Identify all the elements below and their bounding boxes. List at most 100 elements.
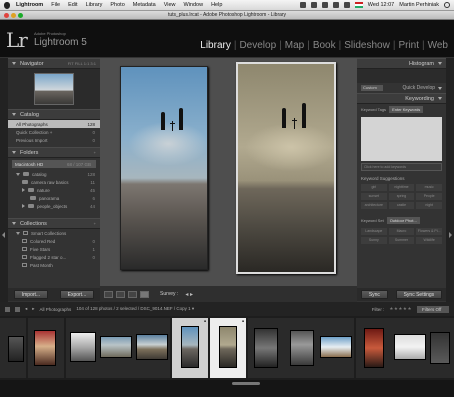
- module-develop[interactable]: Develop: [237, 40, 278, 51]
- module-slideshow[interactable]: Slideshow: [342, 40, 392, 51]
- apple-icon[interactable]: [4, 1, 10, 9]
- filmstrip-thumbnail-selected[interactable]: ■: [172, 318, 208, 378]
- folders-header[interactable]: Folders +: [8, 147, 100, 158]
- keyword-set-item[interactable]: Sunny: [361, 237, 387, 244]
- filmstrip-thumbnail[interactable]: [428, 318, 454, 378]
- keyword-set-item[interactable]: Flowers & Pl...: [416, 228, 442, 235]
- keyword-set-select[interactable]: Outdoor Phot...: [386, 217, 420, 224]
- filmstrip-back-icon[interactable]: ◂: [25, 306, 27, 312]
- filmstrip-thumbnail[interactable]: [0, 318, 26, 378]
- add-folder-icon[interactable]: +: [94, 150, 96, 155]
- menu-edit[interactable]: Edit: [68, 2, 77, 8]
- folder-item-people-objects[interactable]: people_objects 44: [8, 202, 100, 210]
- catalog-item-previous-import[interactable]: Previous Import 0: [8, 136, 100, 144]
- catalog-item-all-photographs[interactable]: All Photographs 128: [8, 120, 100, 128]
- keyword-suggestion[interactable]: architecture: [361, 202, 387, 209]
- catalog-item-quick-collection[interactable]: Quick Collection + 0: [8, 128, 100, 136]
- filmstrip-forward-icon[interactable]: ▸: [32, 306, 34, 312]
- filmstrip-thumbnail-active[interactable]: ■: [210, 318, 246, 378]
- menubar-clock[interactable]: Wed 12:07: [368, 2, 395, 8]
- survey-nav-arrows[interactable]: ◂ ▸: [185, 291, 193, 298]
- wifi-icon[interactable]: [332, 2, 339, 8]
- filmstrip-thumbnail[interactable]: [284, 318, 320, 378]
- filmstrip-scrollbar[interactable]: [0, 380, 454, 388]
- left-panel-edge[interactable]: [0, 58, 8, 302]
- keyword-set-item[interactable]: Wildlife: [416, 237, 442, 244]
- collection-expand-icon[interactable]: [16, 231, 20, 235]
- close-window-button[interactable]: [4, 13, 9, 18]
- folder-item-camera-raw-basics[interactable]: camera raw basics 11: [8, 178, 100, 186]
- collapse-right-panel-icon[interactable]: [449, 232, 452, 238]
- filmstrip-source[interactable]: All Photographs: [40, 307, 72, 312]
- menu-window[interactable]: Window: [184, 2, 204, 8]
- input-language-flag-icon[interactable]: [354, 2, 363, 8]
- menu-metadata[interactable]: Metadata: [133, 2, 156, 8]
- folder-item-catalog[interactable]: catalog 128: [8, 170, 100, 178]
- keyword-suggestion[interactable]: night: [416, 202, 442, 209]
- histogram-header[interactable]: Histogram: [357, 58, 446, 69]
- filmstrip-thumbnail[interactable]: [28, 318, 64, 378]
- collapse-left-panel-icon[interactable]: [2, 232, 5, 238]
- saved-preset-select[interactable]: Custom: [361, 85, 383, 91]
- rating-filter-stars[interactable]: ★★★★★: [389, 306, 412, 312]
- keyword-tags-select[interactable]: Enter Keywords: [389, 106, 424, 113]
- zoom-window-button[interactable]: [18, 13, 23, 18]
- keyword-suggestion[interactable]: spring: [388, 193, 415, 200]
- status-app-icon[interactable]: [321, 2, 328, 8]
- right-panel-edge[interactable]: [446, 58, 454, 302]
- volume-icon[interactable]: [343, 2, 350, 8]
- keyword-set-item[interactable]: Macro: [388, 228, 415, 235]
- photo-virtual-copy-sepia[interactable]: [236, 62, 336, 274]
- export-button[interactable]: Export...: [59, 290, 95, 299]
- grid-icon[interactable]: [15, 306, 20, 312]
- keyword-suggestion[interactable]: castle: [388, 202, 415, 209]
- filmstrip-thumbnail[interactable]: [66, 318, 102, 378]
- keyword-suggestion[interactable]: nighttime: [388, 184, 415, 191]
- navigator-preview[interactable]: [8, 69, 100, 109]
- menu-photo[interactable]: Photo: [110, 2, 124, 8]
- filmstrip-bottom-edge[interactable]: [0, 388, 454, 397]
- menu-file[interactable]: File: [51, 2, 60, 8]
- folder-item-nature[interactable]: nature 45: [8, 186, 100, 194]
- import-button[interactable]: Import...: [13, 290, 49, 299]
- status-app-icon[interactable]: [299, 2, 306, 8]
- minimize-window-button[interactable]: [11, 13, 16, 18]
- filmstrip-thumbnail[interactable]: [134, 318, 170, 378]
- add-keywords-input[interactable]: Click here to add keywords: [361, 163, 442, 171]
- keywording-header[interactable]: Keywording: [357, 93, 446, 104]
- module-print[interactable]: Print: [396, 40, 421, 51]
- spotlight-search-icon[interactable]: [444, 2, 450, 8]
- sync-settings-button[interactable]: Sync Settings: [395, 290, 443, 299]
- status-app-icon[interactable]: [310, 2, 317, 8]
- filmstrip-scroll-thumb[interactable]: [232, 382, 260, 385]
- filmstrip-thumbnail[interactable]: [98, 318, 134, 378]
- secondary-window-icon[interactable]: [5, 306, 10, 312]
- menubar-user[interactable]: Martin Perhiniak: [399, 2, 439, 8]
- module-web[interactable]: Web: [426, 40, 450, 51]
- sync-button[interactable]: Sync: [360, 290, 388, 299]
- folder-expand-icon[interactable]: [16, 172, 20, 176]
- collections-header[interactable]: Collections +: [8, 218, 100, 229]
- keyword-suggestion[interactable]: People: [416, 193, 442, 200]
- keyword-suggestion[interactable]: girl: [361, 184, 387, 191]
- keyword-tags-box[interactable]: [361, 117, 442, 161]
- menu-view[interactable]: View: [164, 2, 176, 8]
- filmstrip-thumbnail[interactable]: [392, 318, 428, 378]
- navigator-header[interactable]: Navigator FIT FILL 1:1 3:1: [8, 58, 100, 69]
- filmstrip-thumbnail[interactable]: [356, 318, 392, 378]
- filmstrip-thumbnail[interactable]: [248, 318, 284, 378]
- compare-view-icon[interactable]: [128, 290, 137, 298]
- keyword-set-item[interactable]: Summer: [388, 237, 415, 244]
- menu-library[interactable]: Library: [86, 2, 103, 8]
- folder-expand-icon[interactable]: [22, 188, 25, 192]
- catalog-header[interactable]: Catalog: [8, 109, 100, 120]
- collection-item-smart-collections[interactable]: Smart Collections: [8, 229, 100, 237]
- loupe-view-icon[interactable]: [116, 290, 125, 298]
- collection-item-past-month[interactable]: Past Month: [8, 261, 100, 269]
- keyword-suggestion[interactable]: music: [416, 184, 442, 191]
- filmstrip-status[interactable]: 104 of 128 photos / 2 selected / DSC_901…: [76, 306, 194, 312]
- collection-item-flagged[interactable]: Flagged 2 star o... 0: [8, 253, 100, 261]
- folder-volume[interactable]: Macintosh HD 68 / 107 GB: [12, 160, 96, 168]
- add-collection-icon[interactable]: +: [94, 221, 96, 226]
- grid-view-icon[interactable]: [104, 290, 113, 298]
